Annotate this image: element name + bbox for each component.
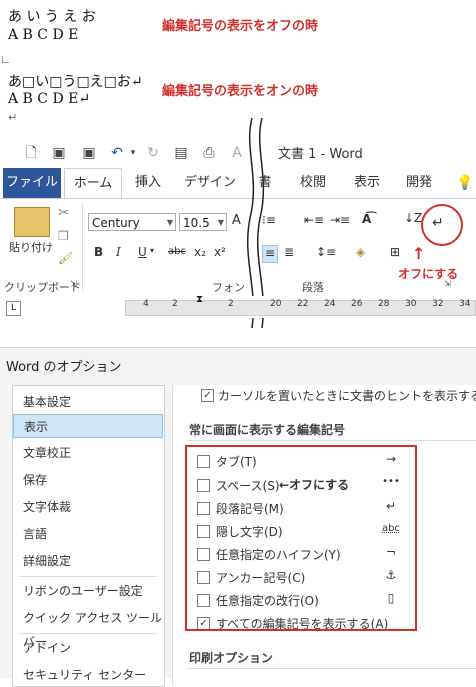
quick-print-icon[interactable]: ⎙ — [200, 144, 218, 162]
subscript-icon[interactable]: x₂ — [194, 245, 206, 259]
chevron-down-icon: ▼ — [217, 218, 224, 227]
options-content: ✓ カーソルを置いたときに文書のヒントを表示する(L) 常に画面に表示する編集記… — [172, 385, 476, 685]
ruler-tick: 2 — [228, 299, 234, 309]
highlight-box — [185, 445, 417, 631]
superscript-icon[interactable]: x² — [214, 245, 226, 259]
redo-icon[interactable]: ↻ — [144, 144, 162, 162]
ruler-tick: 32 — [432, 299, 444, 309]
increase-indent-icon[interactable]: ⇥≡ — [330, 213, 350, 227]
sort-icon[interactable]: ↓Z — [404, 211, 422, 225]
line-spacing-icon[interactable]: ↕≡ — [316, 245, 336, 259]
nav-item-save[interactable]: 保存 — [13, 468, 163, 492]
nav-item-general[interactable]: 基本設定 — [13, 390, 163, 414]
sample-off-line1: あ い う え お — [8, 9, 96, 25]
tab-insert[interactable]: 挿入 — [126, 168, 170, 198]
ruler-tick: 2 — [172, 299, 178, 309]
window-title: 文書 1 - Word — [278, 147, 363, 162]
tab-home[interactable]: ホーム — [64, 168, 122, 200]
margin-corner — [2, 56, 9, 63]
nav-item-trust-center[interactable]: セキュリティ センター — [13, 663, 163, 687]
on-note: 編集記号の表示をオンの時 — [162, 84, 319, 99]
paste-label[interactable]: 貼り付け — [6, 239, 56, 255]
tab-file[interactable]: ファイル — [3, 168, 61, 198]
paste-icon[interactable] — [14, 207, 50, 237]
save-as-icon[interactable]: ▣ — [80, 144, 98, 162]
tab-design[interactable]: デザイン — [180, 168, 240, 198]
font-size-value: 10.5 — [183, 216, 210, 230]
dialog-title: Word のオプション — [6, 360, 122, 375]
cut-icon[interactable]: ✂ — [58, 205, 70, 221]
options-nav: 基本設定 表示 文章校正 保存 文字体裁 言語 詳細設定 リボンのユーザー設定 … — [12, 385, 165, 687]
font-name-value: Century — [92, 216, 140, 230]
undo-dropdown-icon[interactable]: ▾ — [124, 144, 142, 162]
bold-icon[interactable]: B — [94, 245, 103, 259]
nav-item-customize-ribbon[interactable]: リボンのユーザー設定 — [13, 579, 163, 603]
clipboard-launcher-icon[interactable]: ⇲ — [70, 279, 77, 288]
underline-dropdown-icon[interactable]: ▾ — [150, 246, 154, 255]
nav-item-language[interactable]: 言語 — [13, 522, 163, 546]
decrease-indent-icon[interactable]: ⇤≡ — [304, 213, 324, 227]
sample-on-line3: ↵ — [8, 111, 18, 124]
sample-on-line1: あ□い□う□え□お↵ — [8, 74, 143, 90]
borders-icon[interactable]: ⊞ — [390, 245, 400, 259]
ruler-tick: 28 — [378, 299, 390, 309]
ruler-tick: 24 — [324, 299, 336, 309]
ruler-tick: 20 — [270, 299, 282, 309]
off-note: 編集記号の表示をオフの時 — [162, 19, 319, 34]
asian-layout-icon[interactable]: A͡ — [362, 212, 371, 226]
formatting-marks-heading: 常に画面に表示する編集記号 — [189, 423, 346, 437]
nav-item-advanced[interactable]: 詳細設定 — [13, 549, 163, 573]
paragraph-group-label: 段落 — [302, 281, 324, 294]
ruler-tick: 4 — [143, 299, 149, 309]
word-options-dialog: Word のオプション 基本設定 表示 文章校正 保存 文字体裁 言語 詳細設定… — [0, 347, 476, 687]
tab-review[interactable]: 校閲 — [296, 168, 330, 198]
ribbon-tabs: ファイル ホーム 挿入 デザイン 書 校閲 表示 開発 💡 — [0, 168, 476, 200]
print-options-heading: 印刷オプション — [189, 651, 274, 665]
shading-icon[interactable]: ◈ — [356, 245, 365, 259]
nav-item-quick-access-toolbar[interactable]: クイック アクセス ツール バー — [13, 606, 163, 649]
off-annotation: オフにする — [398, 267, 459, 281]
horizontal-ruler: L 4 2 ⧗ 2 20 22 24 26 28 30 32 34 — [0, 294, 476, 318]
quick-access-toolbar: 🗋 ▣ ▣ ↶ ▾ ↻ ▤ ⎙ A 文書 1 - Word — [0, 140, 476, 166]
tell-me-icon[interactable]: 💡 — [456, 168, 473, 198]
nav-item-proofing[interactable]: 文章校正 — [13, 441, 163, 465]
italic-icon[interactable]: I — [116, 245, 121, 259]
up-arrow-annotation-icon: ↑ — [412, 244, 426, 263]
chevron-down-icon: ▼ — [166, 218, 173, 227]
nav-item-addins[interactable]: アドイン — [13, 636, 163, 660]
new-document-icon[interactable]: 🗋 — [22, 144, 40, 162]
highlight-circle — [421, 204, 463, 246]
indent-marker-icon[interactable]: ⧗ — [196, 294, 203, 305]
copy-icon[interactable]: ❐ — [58, 229, 69, 243]
tab-developer[interactable]: 開発 — [402, 168, 436, 198]
hover-tips-checkbox[interactable]: ✓ — [201, 389, 214, 402]
print-preview-icon[interactable]: ▤ — [172, 144, 190, 162]
nav-item-typography[interactable]: 文字体裁 — [13, 495, 163, 519]
underline-icon[interactable]: U — [138, 245, 147, 259]
ruler-tick: 34 — [459, 299, 471, 309]
ruler-tick: 26 — [351, 299, 363, 309]
ruler-tick: 30 — [405, 299, 417, 309]
font-name-combo[interactable]: Century ▼ — [88, 213, 176, 231]
sample-off-line2: A B C D E — [8, 27, 79, 43]
hover-tips-label: カーソルを置いたときに文書のヒントを表示する(L) — [218, 389, 476, 403]
save-icon[interactable]: ▣ — [50, 144, 68, 162]
sample-on-line2: A B C D E↵ — [8, 91, 91, 107]
font-size-combo[interactable]: 10.5 ▼ — [179, 213, 227, 231]
format-painter-icon[interactable]: 🖌 — [58, 251, 73, 265]
strikethrough-icon[interactable]: abc — [168, 246, 186, 257]
nav-item-display[interactable]: 表示 — [13, 414, 163, 438]
tab-selector-icon[interactable]: L — [6, 301, 21, 316]
tab-view[interactable]: 表示 — [350, 168, 384, 198]
ribbon: 貼り付け ✂ ❐ 🖌 クリップボード ⇲ Century ▼ 10.5 ▼ A … — [0, 198, 476, 297]
justify-icon[interactable]: ≣ — [284, 245, 294, 259]
ruler-tick: 22 — [297, 299, 309, 309]
